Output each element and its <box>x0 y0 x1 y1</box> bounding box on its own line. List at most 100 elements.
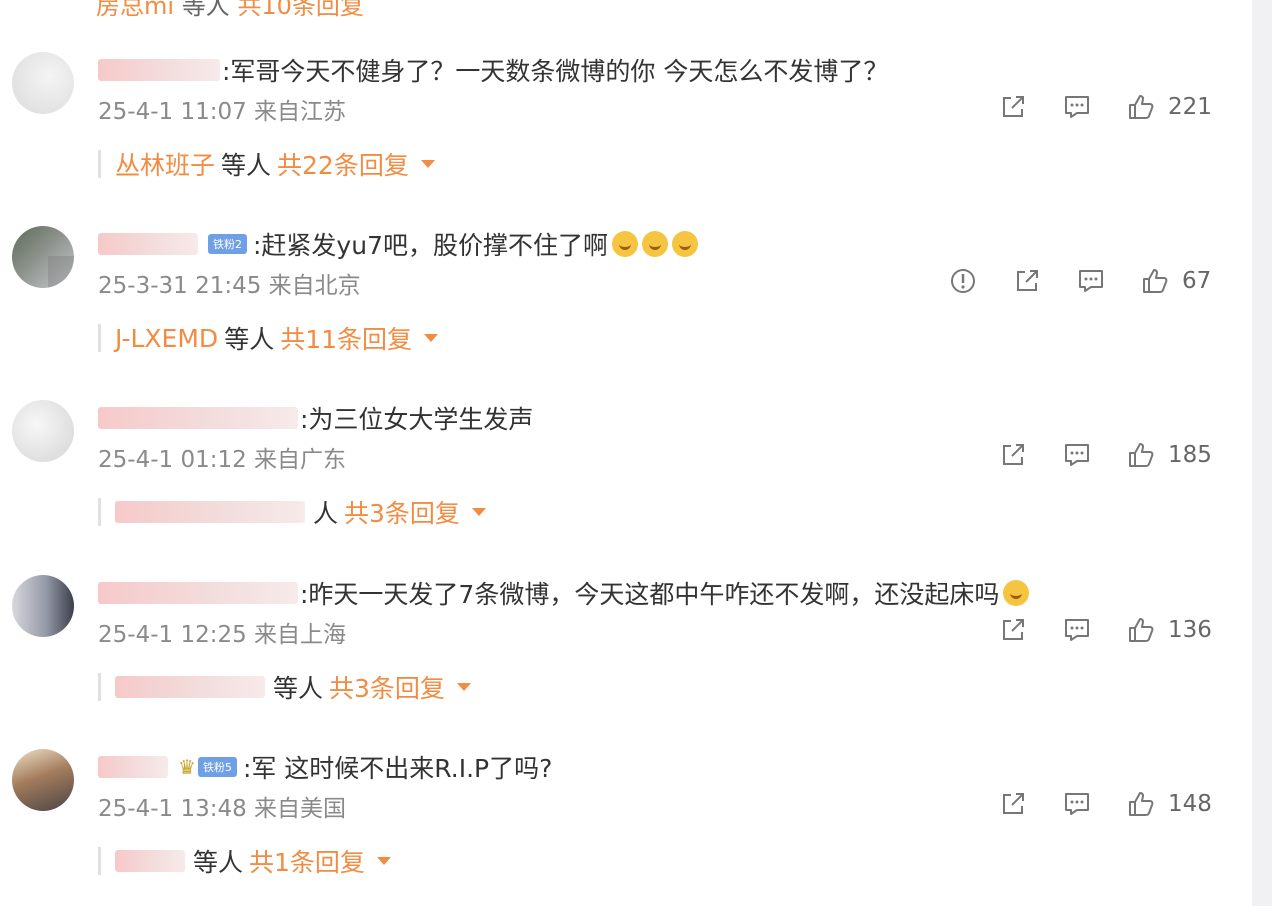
caret-down-icon[interactable] <box>420 160 435 168</box>
comment-icon[interactable] <box>1062 440 1092 470</box>
like-count: 185 <box>1168 442 1212 468</box>
comment-location: 来自北京 <box>268 273 361 299</box>
reply-total[interactable]: 共22条回复 <box>277 146 409 182</box>
reply-suffix: 等人 <box>273 674 324 703</box>
fan-badge: 铁粉2 <box>208 234 247 254</box>
avatar[interactable] <box>12 400 74 462</box>
comment-actions: 136 <box>964 615 1212 645</box>
avatar[interactable] <box>12 575 74 637</box>
like-icon[interactable] <box>1126 615 1156 645</box>
like-count: 148 <box>1168 791 1212 817</box>
crying-emoji-icon <box>611 231 638 257</box>
reply-divider <box>98 150 101 178</box>
crown-icon: ♛ <box>178 755 196 779</box>
comment-line: ♛ 铁粉5 :军 这时候不出来R.I.P了吗? <box>98 749 552 785</box>
crying-emoji-icon <box>641 231 668 257</box>
reply-suffix: 等人 <box>224 325 275 354</box>
like-button[interactable]: 136 <box>1126 615 1212 645</box>
like-button[interactable]: 221 <box>1126 92 1212 122</box>
comment-icon[interactable] <box>1062 615 1092 645</box>
comment-time: 25-4-1 13:48 <box>98 796 247 822</box>
username-masked[interactable] <box>98 233 198 255</box>
reply-summary[interactable]: 丛林班子 等人 共22条回复 <box>98 148 435 180</box>
comment-text: :军 这时候不出来R.I.P了吗? <box>242 754 553 783</box>
reply-total[interactable]: 共3条回复 <box>329 669 445 705</box>
comment-meta: 25-4-1 12:25 来自上海 <box>98 615 346 649</box>
reply-total[interactable]: 共10条回复 <box>237 0 364 20</box>
comment-time: 25-3-31 21:45 <box>98 273 262 299</box>
comment-text: :为三位女大学生发声 <box>300 405 534 434</box>
reply-summary[interactable]: J-LXEMD 等人 共11条回复 <box>98 320 439 356</box>
comment-text: :昨天一天发了7条微博，今天这都中午咋还不发啊，还没起床吗 <box>300 580 1000 609</box>
like-count: 136 <box>1168 617 1212 643</box>
share-icon[interactable] <box>1012 266 1042 296</box>
avatar[interactable] <box>12 226 74 288</box>
comment-text: :军哥今天不健身了？一天数条微博的你 今天怎么不发博了？ <box>222 57 889 86</box>
like-button[interactable]: 148 <box>1126 789 1212 819</box>
like-icon[interactable] <box>1126 440 1156 470</box>
comment-line: :昨天一天发了7条微博，今天这都中午咋还不发啊，还没起床吗 <box>98 575 1030 611</box>
comment-icon[interactable] <box>1062 92 1092 122</box>
like-button[interactable]: 185 <box>1126 440 1212 470</box>
fan-badge: 铁粉5 <box>197 757 237 777</box>
reply-summary[interactable]: 等人 共3条回复 <box>98 671 471 703</box>
reply-divider <box>98 498 101 526</box>
share-icon[interactable] <box>998 440 1028 470</box>
username-masked[interactable] <box>98 59 220 81</box>
comment-location: 来自江苏 <box>254 99 347 125</box>
comment-icon[interactable] <box>1062 789 1092 819</box>
like-icon[interactable] <box>1126 92 1156 122</box>
username-masked[interactable] <box>98 582 298 604</box>
reply-suffix: 等人 <box>181 0 230 20</box>
share-icon[interactable] <box>998 789 1028 819</box>
caret-down-icon[interactable] <box>456 683 471 691</box>
reply-name[interactable]: 房总mi <box>96 0 174 20</box>
comment-item: 铁粉2 :赶紧发yu7吧，股价撑不住了啊 25-3-31 21:45 来自北京 … <box>0 226 1250 396</box>
comment-actions: 221 <box>964 92 1212 122</box>
comment-item: :军哥今天不健身了？一天数条微博的你 今天怎么不发博了？ 25-4-1 11:0… <box>0 52 1250 222</box>
caret-down-icon[interactable] <box>424 334 439 342</box>
comment-actions: 67 <box>914 266 1211 296</box>
share-icon[interactable] <box>998 615 1028 645</box>
reply-name-masked[interactable] <box>115 676 265 698</box>
reply-summary[interactable]: 等人 共1条回复 <box>98 845 391 877</box>
comment-icon[interactable] <box>1076 266 1106 296</box>
comment-location: 来自上海 <box>254 622 347 648</box>
comment-item: ♛ 铁粉5 :军 这时候不出来R.I.P了吗? 25-4-1 13:48 来自美… <box>0 749 1250 919</box>
reply-name[interactable]: J-LXEMD <box>115 324 218 353</box>
reply-name[interactable]: 丛林班子 <box>115 146 215 182</box>
reply-suffix: 等人 <box>221 151 272 180</box>
crying-emoji-icon <box>671 231 698 257</box>
reply-total[interactable]: 共1条回复 <box>249 843 365 879</box>
comment-line: :为三位女大学生发声 <box>98 400 533 436</box>
reply-suffix: 等人 <box>193 848 244 877</box>
comment-location: 来自广东 <box>254 447 347 473</box>
reply-divider <box>98 673 101 701</box>
comment-location: 来自美国 <box>254 796 347 822</box>
reply-total[interactable]: 共11条回复 <box>280 320 412 356</box>
avatar[interactable] <box>12 52 74 114</box>
reply-total[interactable]: 共3条回复 <box>344 494 460 530</box>
like-button[interactable]: 67 <box>1140 266 1211 296</box>
like-icon[interactable] <box>1126 789 1156 819</box>
comment-time: 25-4-1 11:07 <box>98 99 247 125</box>
reply-name-masked[interactable] <box>115 850 185 872</box>
username-masked[interactable] <box>98 756 168 778</box>
caret-down-icon[interactable] <box>471 508 486 516</box>
reply-name-masked[interactable] <box>115 501 305 523</box>
username-masked[interactable] <box>98 407 298 429</box>
comment-meta: 25-4-1 13:48 来自美国 <box>98 789 346 823</box>
reply-summary[interactable]: 人 共3条回复 <box>98 496 486 528</box>
scrollbar-track[interactable] <box>1252 0 1272 906</box>
avatar[interactable] <box>12 749 74 811</box>
comment-time: 25-4-1 12:25 <box>98 622 247 648</box>
reply-summary-partial[interactable]: 房总mi 等人 共10条回复 <box>96 0 364 21</box>
report-icon[interactable] <box>948 266 978 296</box>
like-icon[interactable] <box>1140 266 1170 296</box>
reply-divider <box>98 847 101 875</box>
comment-text: :赶紧发yu7吧，股价撑不住了啊 <box>253 231 608 260</box>
caret-down-icon[interactable] <box>376 857 391 865</box>
comment-meta: 25-4-1 11:07 来自江苏 <box>98 92 346 126</box>
like-count: 67 <box>1182 268 1212 294</box>
share-icon[interactable] <box>998 92 1028 122</box>
